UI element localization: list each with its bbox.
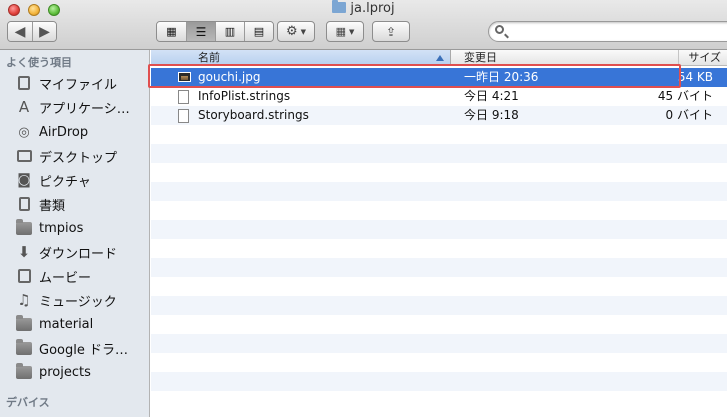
applications-icon: A [18, 98, 30, 116]
chevron-left-icon: ◀ [14, 23, 26, 40]
column-header-name[interactable]: 名前 [151, 50, 451, 66]
sidebar-item-documents[interactable]: 書類 [0, 192, 150, 216]
documents-icon [16, 196, 32, 212]
airdrop-icon: ◎ [18, 124, 30, 140]
folder-icon [16, 314, 32, 332]
search-icon [495, 25, 504, 34]
coverflow-icon: ▤ [253, 25, 265, 38]
all-files-icon [16, 75, 32, 91]
empty-row [151, 334, 727, 353]
desktop-icon [16, 148, 32, 164]
empty-row [151, 163, 727, 182]
music-icon: ♫ [17, 291, 31, 309]
column-header-date-modified[interactable]: 変更日 [451, 50, 679, 66]
sidebar-item-downloads[interactable]: ⬇ ダウンロード [0, 240, 150, 264]
icon-view-button[interactable]: ▦ [157, 22, 186, 41]
sidebar-section-favorites: よく使う項目 [6, 56, 72, 69]
empty-row [151, 125, 727, 144]
sidebar: よく使う項目 マイファイル A アプリケーシ… ◎ AirDrop デスクトップ… [0, 50, 150, 417]
sidebar-section-devices: デバイス [6, 396, 50, 409]
table-row[interactable]: Storyboard.strings 今日 9:18 0 バイト [151, 106, 727, 125]
column-header-size[interactable]: サイズ [679, 50, 727, 66]
forward-button[interactable]: ▶ [32, 22, 56, 41]
list-view-button[interactable]: ☰ [186, 22, 215, 41]
empty-row [151, 296, 727, 315]
gear-icon: ⚙ [285, 24, 298, 39]
column-header-row: 名前 変更日 サイズ [151, 50, 727, 66]
empty-row [151, 353, 727, 372]
document-file-icon [178, 90, 189, 104]
empty-row [151, 220, 727, 239]
list-icon: ☰ [195, 24, 207, 39]
sidebar-item-airdrop[interactable]: ◎ AirDrop [0, 120, 150, 144]
movies-icon [16, 268, 32, 284]
grid-icon: ▦ [166, 25, 177, 38]
sidebar-item-all-my-files[interactable]: マイファイル [0, 71, 150, 95]
chevron-right-icon: ▶ [39, 23, 50, 40]
sidebar-item-google-drive[interactable]: Google ドラ… [0, 336, 150, 360]
table-row[interactable]: gouchi.jpg 一昨日 20:36 54 KB [151, 68, 727, 87]
file-rows: gouchi.jpg 一昨日 20:36 54 KB InfoPlist.str… [151, 66, 727, 417]
empty-row [151, 201, 727, 220]
download-icon: ⬇ [17, 243, 31, 261]
empty-row [151, 258, 727, 277]
column-view-button[interactable]: ▥ [215, 22, 244, 41]
search-field[interactable] [488, 21, 727, 42]
chevron-down-icon: ▼ [349, 27, 355, 36]
sidebar-item-applications[interactable]: A アプリケーシ… [0, 95, 150, 119]
document-file-icon [178, 109, 189, 123]
sort-ascending-icon [436, 55, 444, 61]
empty-row [151, 239, 727, 258]
sidebar-item-movies[interactable]: ムービー [0, 264, 150, 288]
navigation-back-forward: ◀ ▶ [7, 21, 57, 42]
empty-row [151, 277, 727, 296]
folder-icon [16, 362, 32, 380]
empty-row [151, 372, 727, 391]
folder-icon [16, 338, 32, 356]
folder-icon [332, 0, 347, 13]
columns-icon: ▥ [224, 25, 236, 38]
sidebar-item-projects[interactable]: projects [0, 360, 150, 384]
chevron-down-icon: ▼ [300, 27, 307, 36]
table-row[interactable]: InfoPlist.strings 今日 4:21 45 バイト [151, 87, 727, 106]
arrange-icon: ▦ [335, 25, 346, 38]
back-button[interactable]: ◀ [8, 22, 32, 41]
sidebar-item-material[interactable]: material [0, 312, 150, 336]
window-toolbar: ja.lproj ◀ ▶ ▦ ☰ ▥ ▤ ⚙ ▼ ▦ ▼ ⇪ [0, 0, 727, 50]
view-mode-selector: ▦ ☰ ▥ ▤ [156, 21, 274, 42]
sidebar-item-music[interactable]: ♫ ミュージック [0, 288, 150, 312]
action-menu-button[interactable]: ⚙ ▼ [277, 21, 315, 42]
folder-icon [16, 218, 32, 236]
empty-row [151, 182, 727, 201]
share-button[interactable]: ⇪ [372, 21, 410, 42]
sidebar-item-desktop[interactable]: デスクトップ [0, 144, 150, 168]
arrange-menu-button[interactable]: ▦ ▼ [326, 21, 364, 42]
coverflow-view-button[interactable]: ▤ [244, 22, 273, 41]
empty-row [151, 144, 727, 163]
sidebar-item-pictures[interactable]: ◙ ピクチャ [0, 168, 150, 192]
empty-row [151, 315, 727, 334]
image-file-icon [178, 72, 191, 82]
camera-icon: ◙ [17, 172, 31, 188]
sidebar-item-tmpios[interactable]: tmpios [0, 216, 150, 240]
window-title: ja.lproj [0, 0, 727, 18]
empty-row [151, 391, 727, 410]
share-icon: ⇪ [385, 24, 397, 39]
file-list: 名前 変更日 サイズ gouchi.jpg 一昨日 20:36 54 KB In… [151, 50, 727, 417]
